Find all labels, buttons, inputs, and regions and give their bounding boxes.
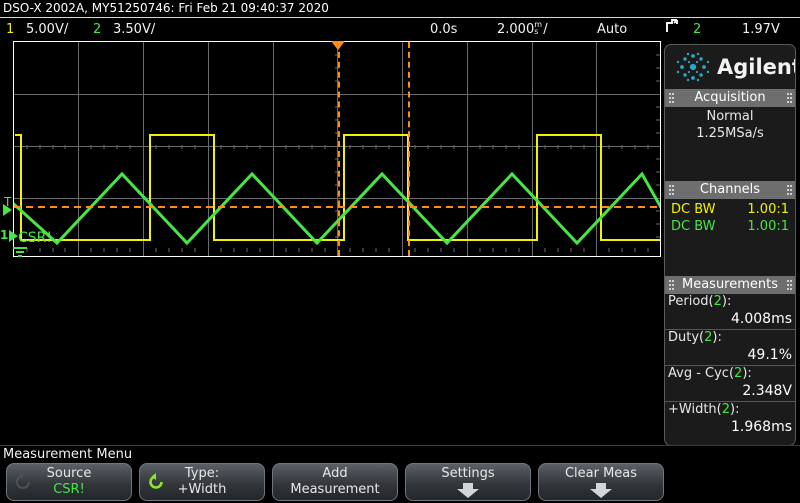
status-bar: 1 5.00V/ 2 3.50V/ 0.0s 2.000 m s / Auto 2 1…	[0, 18, 800, 41]
acquisition-section-header[interactable]: Acquisition	[665, 89, 795, 107]
measurement-name: Duty	[668, 330, 700, 345]
channel-2-probe: 1.00:1	[747, 219, 789, 234]
measurement-item[interactable]: +Width(2): 1.968ms	[665, 402, 795, 437]
channel-1-scale[interactable]: 5.00V/	[26, 18, 68, 41]
grid-border-right	[660, 42, 661, 256]
trigger-level-arrow-icon[interactable]	[3, 204, 12, 216]
measurement-name: Period	[668, 294, 709, 309]
softkey-add-label: Add	[322, 466, 348, 481]
oscilloscope-screen: DSO-X 2002A, MY51250746: Fri Feb 21 09:4…	[0, 0, 800, 503]
softkey-type-label: Type:	[184, 466, 220, 481]
right-sidebar: Agilent Acquisition Normal 1.25MSa/s Cha…	[664, 44, 796, 446]
trigger-position-marker[interactable]	[331, 41, 345, 50]
measurement-item[interactable]: Avg - Cyc(2): 2.348V	[665, 366, 795, 402]
channels-section-header[interactable]: Channels	[665, 181, 795, 199]
agilent-wordmark: Agilent	[717, 55, 796, 79]
softkey-source-label: Source	[46, 466, 92, 481]
horizontal-delay[interactable]: 0.0s	[430, 18, 457, 41]
trigger-source[interactable]: 2	[693, 18, 701, 41]
down-arrow-icon	[457, 483, 479, 498]
acquisition-section-body: Normal 1.25MSa/s	[665, 107, 795, 145]
drag-grip-left-icon	[669, 280, 673, 290]
agilent-logo: Agilent	[665, 45, 795, 89]
softkey-clear-meas[interactable]: Clear Meas	[538, 463, 664, 501]
acquisition-mode: Normal	[706, 109, 754, 124]
down-arrow-icon	[590, 483, 612, 498]
channels-section-body: DC BW 1.00:1 DC BW 1.00:1	[665, 199, 795, 238]
instrument-title-bar: DSO-X 2002A, MY51250746: Fri Feb 21 09:4…	[0, 0, 800, 17]
channel-1-indicator[interactable]: 1	[6, 18, 14, 41]
acquisition-spacer	[665, 145, 795, 181]
measurement-label: Duty(2):	[668, 330, 722, 345]
vertical-cursor-x1[interactable]	[338, 42, 340, 256]
channel-row[interactable]: DC BW 1.00:1	[669, 218, 791, 235]
softkey-bar: Source CSR! Type: +Width Add Measurement…	[0, 463, 800, 503]
menu-divider	[0, 445, 800, 446]
trigger-mode[interactable]: Auto	[597, 18, 627, 41]
measurements-list: Period(2): 4.008ms Duty(2): 49.1% Avg - …	[665, 294, 795, 437]
softkey-type-value: +Width	[177, 482, 227, 497]
grid-border-bottom	[13, 256, 661, 257]
channel-1-ground-arrow-icon[interactable]	[9, 230, 18, 242]
timebase-value: 2.000	[497, 22, 535, 37]
drag-grip-left-icon	[669, 93, 673, 103]
acquisition-header-label: Acquisition	[694, 90, 766, 105]
waveform-graticule[interactable]	[14, 42, 660, 256]
channel-2-indicator[interactable]: 2	[93, 18, 101, 41]
softkey-type[interactable]: Type: +Width	[139, 463, 265, 501]
channels-spacer	[665, 238, 795, 276]
acquisition-sample-rate: 1.25MSa/s	[696, 126, 764, 141]
measurement-value: 2.348V	[742, 383, 792, 399]
softkey-clear-label: Clear Meas	[564, 466, 638, 481]
measurement-value: 1.968ms	[730, 419, 792, 435]
measurement-label: Avg - Cyc(2):	[668, 366, 752, 381]
menu-title: Measurement Menu	[3, 447, 133, 462]
measurements-header-label: Measurements	[681, 277, 779, 292]
measurement-name: +Width	[668, 402, 717, 417]
drag-grip-right-icon	[787, 280, 791, 290]
measurement-item[interactable]: Period(2): 4.008ms	[665, 294, 795, 330]
measurement-source: 2	[721, 402, 731, 417]
rising-edge-icon	[665, 18, 679, 41]
softkey-settings-label: Settings	[441, 466, 495, 481]
softkey-add-measurement[interactable]: Add Measurement	[272, 463, 398, 501]
channel-row[interactable]: DC BW 1.00:1	[669, 201, 791, 218]
measurement-label: +Width(2):	[668, 402, 740, 417]
horizontal-cursor[interactable]	[14, 42, 660, 256]
drag-grip-right-icon	[787, 185, 791, 195]
measurement-value: 4.008ms	[730, 311, 792, 327]
channel-2-scale[interactable]: 3.50V/	[113, 18, 155, 41]
timebase-scale[interactable]: 2.000 m s /	[497, 18, 548, 41]
timebase-unit-icon: ms	[534, 20, 543, 36]
softkey-measurement-label: Measurement	[290, 482, 380, 497]
measurement-name: Avg - Cyc	[668, 366, 729, 381]
measurement-source: 2	[713, 294, 722, 309]
softkey-source-value: CSR!	[53, 482, 85, 497]
measurements-section-header[interactable]: Measurements	[665, 276, 795, 294]
channel-2-coupling: DC BW	[671, 219, 716, 234]
drag-grip-left-icon	[669, 185, 673, 195]
measurement-label: Period(2):	[668, 294, 732, 309]
channel-1-coupling: DC BW	[671, 202, 716, 217]
trigger-level[interactable]: 1.97V	[742, 18, 780, 41]
measurement-value: 49.1%	[747, 347, 792, 363]
channel-1-probe: 1.00:1	[747, 202, 789, 217]
drag-grip-right-icon	[787, 93, 791, 103]
measurement-item[interactable]: Duty(2): 49.1%	[665, 330, 795, 366]
channel-1-ground-label: 1	[0, 228, 9, 242]
vertical-cursor-x2[interactable]	[408, 42, 410, 256]
cursor-source-label: CSR!	[18, 230, 53, 246]
softkey-source[interactable]: Source CSR!	[6, 463, 132, 501]
channels-header-label: Channels	[699, 182, 761, 197]
agilent-spark-icon	[676, 52, 710, 82]
softkey-settings[interactable]: Settings	[405, 463, 531, 501]
timebase-suffix: /	[543, 22, 548, 37]
